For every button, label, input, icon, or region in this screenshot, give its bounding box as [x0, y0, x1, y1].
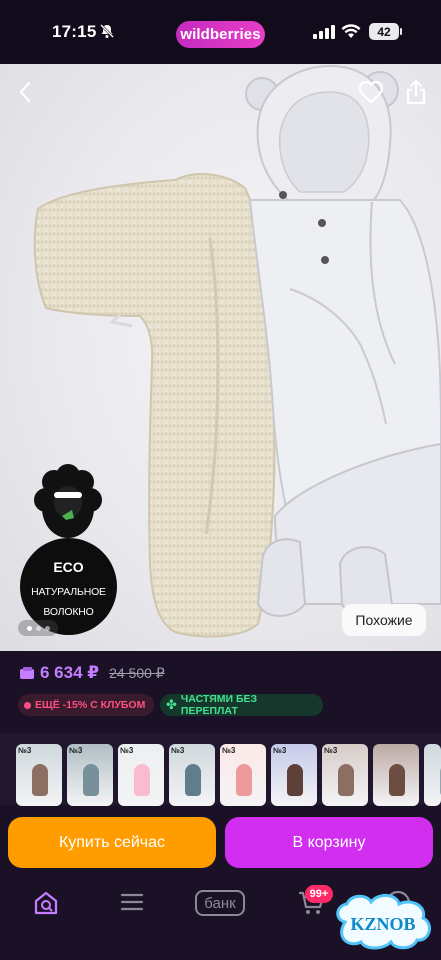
thumbnail-9[interactable] [424, 744, 441, 806]
thumbnail-7[interactable]: №3 [322, 744, 368, 806]
thumbnail-figure [287, 764, 303, 796]
old-price: 24 500 ₽ [109, 664, 165, 681]
thumbnail-figure [83, 764, 99, 796]
favorite-button[interactable] [356, 77, 386, 107]
share-icon [406, 79, 426, 105]
thumbnail-figure [236, 764, 252, 796]
kznob-watermark-logo: KZNOB [336, 894, 432, 950]
eco-badge-line1: НАТУРАЛЬНОЕ [31, 585, 106, 598]
club-discount-badge[interactable]: ЕЩЁ -15% С КЛУБОМ [18, 694, 154, 716]
thumbnail-tag: №3 [222, 746, 236, 755]
thumbnail-tag: №3 [18, 746, 32, 755]
thumbnail-3[interactable]: №3 [118, 744, 164, 806]
thumbnail-5[interactable]: №3 [220, 744, 266, 806]
thumbnail-figure [389, 764, 405, 796]
back-button[interactable] [10, 77, 40, 107]
club-icon [24, 701, 31, 709]
thumbnail-tag: №3 [324, 746, 338, 755]
battery-indicator: 42 [369, 23, 399, 40]
image-pagination-dots [18, 620, 58, 636]
chevron-left-icon [19, 81, 31, 103]
battery-level: 42 [377, 24, 391, 39]
eco-badge-title: ECO [53, 558, 84, 575]
product-image[interactable]: ECO НАТУРАЛЬНОЕ ВОЛОКНО Похожие [0, 64, 441, 651]
thumbnail-figure [32, 764, 48, 796]
wallet-icon [20, 667, 34, 679]
thumbnail-1[interactable]: №3 [16, 744, 62, 806]
current-price: 6 634 ₽ [40, 663, 100, 682]
thumbnail-8[interactable] [373, 744, 419, 806]
eco-badge-line2: ВОЛОКНО [43, 605, 94, 618]
cart-count-value: 99+ [309, 888, 329, 900]
cellular-signal-icon [313, 25, 335, 39]
bell-off-icon [100, 24, 114, 38]
home-search-icon[interactable] [33, 890, 59, 916]
heart-icon [358, 80, 384, 104]
buy-now-label: Купить сейчас [58, 833, 166, 851]
similar-products-label: Похожие [355, 612, 413, 628]
thumbnail-4[interactable]: №3 [169, 744, 215, 806]
promo-badges: ЕЩЁ -15% С КЛУБОМ ✤ ЧАСТЯМИ БЕЗ ПЕРЕПЛАТ [18, 693, 323, 717]
pagination-dot [44, 625, 50, 631]
thumbnail-figure [338, 764, 354, 796]
buy-now-button[interactable]: Купить сейчас [8, 817, 216, 868]
installment-label: ЧАСТЯМИ БЕЗ ПЕРЕПЛАТ [180, 693, 258, 717]
thumbnail-figure [134, 764, 150, 796]
battery-tip [400, 28, 402, 35]
thumbnail-6[interactable]: №3 [271, 744, 317, 806]
status-bar: 17:15 wildberries 42 [0, 0, 441, 64]
thumbnail-tag: №3 [273, 746, 287, 755]
club-discount-label: ЕЩЁ -15% С КЛУБОМ [35, 699, 146, 711]
thumbnail-tag: №3 [171, 746, 185, 755]
add-to-cart-label: В корзину [292, 833, 366, 851]
price-row: 6 634 ₽ 24 500 ₽ [20, 663, 165, 683]
bank-tab-label: банк [204, 894, 236, 912]
share-button[interactable] [401, 77, 431, 107]
sheep-mascot-icon [34, 464, 102, 538]
status-time: 17:15 [52, 22, 97, 41]
thumbnail-2[interactable]: №3 [67, 744, 113, 806]
installment-badge[interactable]: ✤ ЧАСТЯМИ БЕЗ ПЕРЕПЛАТ [160, 693, 323, 717]
pagination-dot [26, 625, 32, 631]
similar-products-button[interactable]: Похожие [342, 604, 426, 636]
add-to-cart-button[interactable]: В корзину [225, 817, 433, 868]
brand-label: wildberries [180, 26, 261, 43]
thumbnail-figure [185, 764, 201, 796]
bank-tab[interactable]: банк [195, 890, 245, 916]
thumbnail-tag: №3 [69, 746, 83, 755]
thumbnail-tag: №3 [120, 746, 134, 755]
pagination-dot [35, 625, 41, 631]
wifi-icon [341, 24, 361, 38]
thumbnail-strip: №3 №3 №3 №3 №3 №3 №3 [0, 733, 441, 806]
catalog-menu-icon[interactable] [120, 890, 144, 914]
cart-count-badge: 99+ [305, 885, 333, 903]
wildberries-logo: wildberries [176, 21, 265, 48]
clover-icon: ✤ [166, 697, 177, 712]
svg-text:KZNOB: KZNOB [350, 914, 415, 934]
